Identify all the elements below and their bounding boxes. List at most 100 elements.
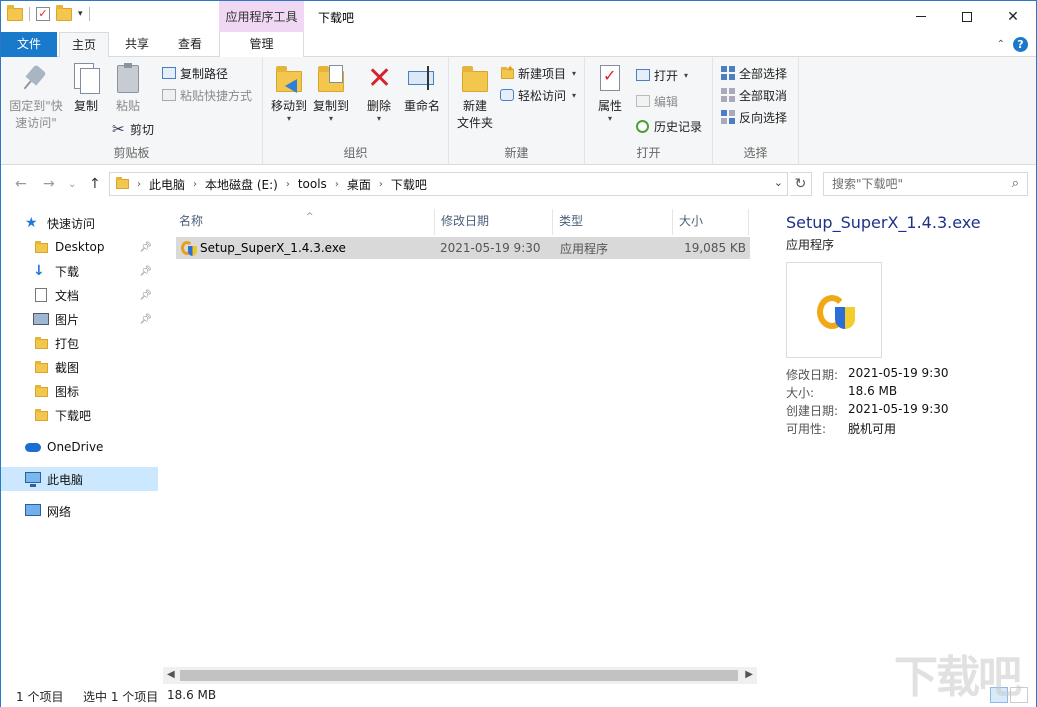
pin-icon[interactable]: 📌︎ [139, 290, 152, 301]
invert-selection-button[interactable]: 反向选择 [720, 107, 787, 127]
nav-quick-access[interactable]: ★ 快速访问 [1, 211, 158, 235]
view-switcher [990, 687, 1028, 703]
breadcrumb-tools[interactable]: tools [298, 177, 327, 191]
column-header-date-label: 修改日期 [441, 214, 490, 228]
column-header-size[interactable]: 大小 [673, 209, 749, 235]
nav-item-downloads[interactable]: ↓ 下载 📌︎ [1, 259, 158, 283]
horizontal-scrollbar[interactable]: ◀ ▶ [163, 667, 757, 684]
table-row[interactable]: Setup_SuperX_1.4.3.exe 2021-05-19 9:30 应… [176, 237, 750, 259]
properties-check-icon[interactable]: ✓ [36, 7, 50, 21]
nav-item-desktop[interactable]: Desktop 📌︎ [1, 235, 158, 259]
network-icon [25, 504, 41, 516]
open-button[interactable]: 打开 ▾ [635, 65, 688, 85]
nav-item-icons[interactable]: 图标 [1, 379, 158, 403]
scroll-left-icon[interactable]: ◀ [167, 669, 175, 680]
breadcrumb-desktop[interactable]: 桌面 [347, 176, 371, 193]
properties-button[interactable]: 属性 ▾ [591, 63, 629, 123]
sort-ascending-icon: ^ [306, 212, 314, 222]
minimize-button[interactable] [898, 1, 944, 32]
breadcrumb-current[interactable]: 下载吧 [391, 176, 427, 193]
breadcrumb-separator-icon[interactable]: › [379, 179, 383, 190]
pin-quick-access-label-2: 速访问" [15, 116, 57, 130]
move-to-dropdown-icon: ▾ [286, 114, 291, 123]
close-button[interactable]: ✕ [990, 1, 1036, 32]
select-all-button[interactable]: 全部选择 [720, 63, 787, 83]
details-prop-created: 创建日期: 2021-05-19 9:30 [786, 402, 949, 419]
easy-access-button[interactable]: 轻松访问 ▾ [499, 85, 576, 105]
help-icon[interactable]: ? [1013, 37, 1028, 52]
pin-quick-access-button[interactable]: 固定到"快 速访问" [7, 63, 65, 132]
new-folder-button[interactable]: 新建 文件夹 [453, 63, 497, 132]
column-header-date[interactable]: 修改日期 [435, 209, 553, 235]
status-selected-size: 18.6 MB [167, 688, 217, 702]
group-label-new: 新建 [504, 146, 529, 160]
paste-shortcut-button[interactable]: 粘贴快捷方式 [161, 85, 252, 105]
pin-icon[interactable]: 📌︎ [139, 314, 152, 325]
nav-item-label: 图标 [55, 384, 80, 399]
history-button[interactable]: 历史记录 [635, 116, 702, 136]
breadcrumb-this-pc[interactable]: 此电脑 [149, 176, 185, 193]
maximize-button[interactable] [944, 1, 990, 32]
details-view-icon[interactable] [990, 687, 1008, 703]
rename-button[interactable]: 重命名 [401, 63, 443, 115]
cut-button[interactable]: ✂ 剪切 [111, 119, 154, 139]
explorer-window: ✓ ▾ 应用程序工具 下载吧 ✕ 文件 主页 共享 查看 管理 ⌃ ? 固定到"… [0, 0, 1037, 707]
breadcrumb-drive-e[interactable]: 本地磁盘 (E:) [205, 176, 278, 193]
easy-access-label: 轻松访问 [518, 88, 567, 103]
paste-icon [117, 63, 139, 93]
up-arrow-icon[interactable]: ↑ [89, 176, 101, 192]
column-header-type[interactable]: 类型 [553, 209, 673, 235]
new-item-button[interactable]: ✦ 新建项目 ▾ [499, 63, 576, 83]
address-bar[interactable]: › 此电脑 › 本地磁盘 (E:) › tools › 桌面 › 下载吧 ⌄ [109, 172, 788, 196]
delete-button[interactable]: ✕ 删除 ▾ [361, 63, 397, 123]
tab-share[interactable]: 共享 [113, 32, 161, 57]
nav-network[interactable]: 网络 [1, 499, 158, 523]
breadcrumb-separator-icon[interactable]: › [137, 179, 141, 190]
pin-icon[interactable]: 📌︎ [139, 266, 152, 277]
details-prop-value: 18.6 MB [848, 384, 898, 398]
nav-item-pack[interactable]: 打包 [1, 331, 158, 355]
breadcrumb-separator-icon[interactable]: › [286, 179, 290, 190]
group-label-clipboard: 剪贴板 [113, 146, 150, 160]
tab-home[interactable]: 主页 [59, 32, 109, 58]
copy-to-button[interactable]: 复制到 ▾ [309, 63, 353, 123]
new-folder-icon[interactable] [56, 4, 72, 21]
pin-icon[interactable]: 📌︎ [139, 242, 152, 253]
search-box[interactable]: ⌕ [823, 172, 1028, 196]
history-label: 历史记录 [654, 119, 703, 134]
collapse-ribbon-icon[interactable]: ⌃ [997, 39, 1005, 50]
details-prop-key: 大小: [786, 386, 815, 400]
nav-item-xiazaiba[interactable]: 下载吧 [1, 403, 158, 427]
move-to-button[interactable]: 移动到 ▾ [267, 63, 311, 123]
nav-item-screenshots[interactable]: 截图 [1, 355, 158, 379]
nav-onedrive[interactable]: OneDrive [1, 435, 158, 459]
nav-this-pc[interactable]: 此电脑 [1, 467, 158, 491]
copy-button[interactable]: 复制 [69, 63, 103, 115]
tab-view[interactable]: 查看 [165, 32, 215, 57]
tab-manage[interactable]: 管理 [219, 32, 304, 57]
scroll-right-icon[interactable]: ▶ [745, 669, 753, 680]
nav-item-documents[interactable]: 文档 📌︎ [1, 283, 158, 307]
forward-arrow-icon[interactable]: → [43, 176, 55, 192]
qat-customize-dropdown-icon[interactable]: ▾ [78, 9, 83, 19]
column-header-name[interactable]: ^ 名称 [173, 209, 435, 235]
nav-item-pictures[interactable]: 图片 📌︎ [1, 307, 158, 331]
select-none-button[interactable]: 全部取消 [720, 85, 787, 105]
refresh-button[interactable]: ↻ [790, 172, 812, 196]
details-prop-availability: 可用性: 脱机可用 [786, 420, 896, 437]
breadcrumb-separator-icon[interactable]: › [335, 179, 339, 190]
large-icons-view-icon[interactable] [1010, 687, 1028, 703]
paste-button[interactable]: 粘贴 [111, 63, 145, 115]
edit-button[interactable]: 编辑 [635, 91, 678, 111]
copy-path-button[interactable]: 复制路径 [161, 63, 228, 83]
copy-path-icon [162, 67, 176, 79]
breadcrumb-separator-icon[interactable]: › [193, 179, 197, 190]
recent-locations-chevron-icon[interactable]: ⌄ [68, 179, 76, 190]
address-dropdown-icon[interactable]: ⌄ [774, 176, 783, 189]
search-input[interactable] [832, 176, 1002, 192]
search-icon[interactable]: ⌕ [1012, 176, 1019, 191]
back-arrow-icon[interactable]: ← [15, 176, 27, 192]
tab-file[interactable]: 文件 [1, 32, 57, 57]
file-list: ^ 名称 修改日期 类型 大小 Setup_SuperX_1.4.3.exe 2… [163, 205, 757, 665]
scrollbar-thumb[interactable] [180, 670, 738, 681]
